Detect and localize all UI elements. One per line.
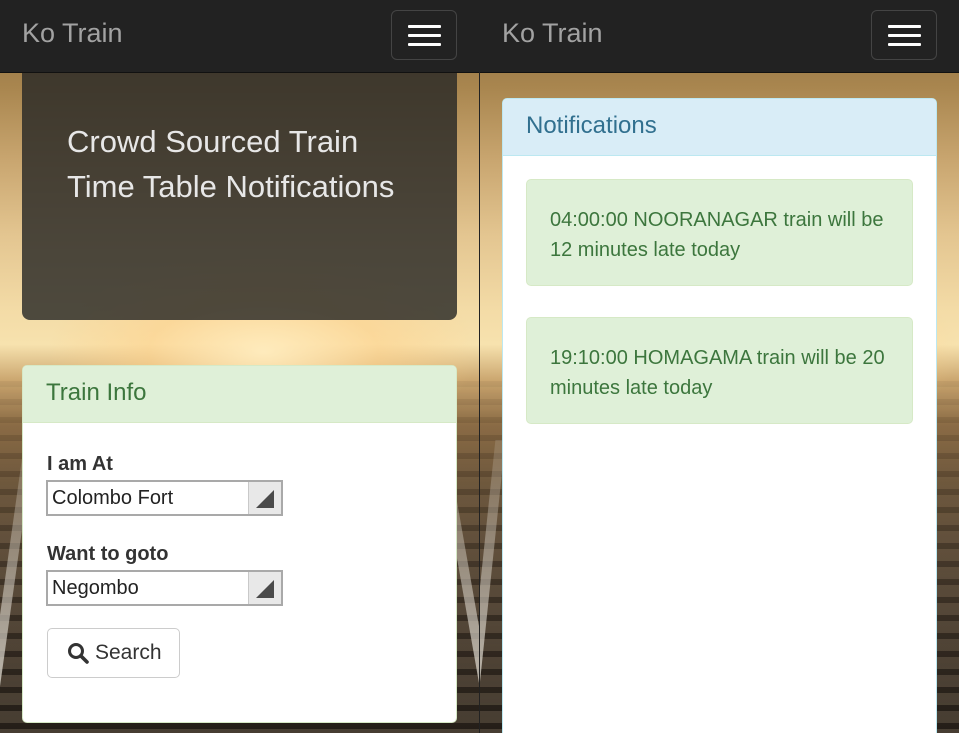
navbar: Ko Train [0,0,479,73]
hamburger-menu-icon [888,25,921,28]
train-info-panel: Train Info I am At Colombo Fort Want to … [22,365,457,723]
hamburger-menu-icon [408,25,441,28]
dropdown-arrow-triangle [256,490,274,508]
navbar: Ko Train [480,0,959,73]
menu-toggle-button[interactable] [391,10,457,60]
hamburger-menu-icon-bar [408,34,441,37]
brand-logo[interactable]: Ko Train [22,18,123,49]
panel-title: Notifications [503,99,936,156]
page-title: Crowd Sourced Train Time Table Notificat… [67,124,395,204]
dropdown-arrow-icon [248,482,281,514]
from-station-value: Colombo Fort [52,487,174,509]
home-screen: Ko Train Crowd Sourced Train Time Table … [0,0,479,733]
dropdown-arrow-triangle [256,580,274,598]
notification-item: 19:10:00 HOMAGAMA train will be 20 minut… [526,317,913,424]
notification-item: 04:00:00 NOORANAGAR train will be 12 min… [526,179,913,286]
panel-title: Train Info [23,366,456,423]
to-station-label: Want to goto [47,543,169,565]
notifications-screen: Ko Train Notifications 04:00:00 NOORANAG… [480,0,959,733]
search-button-label: Search [95,641,162,664]
from-station-label: I am At [47,453,113,475]
brand-logo[interactable]: Ko Train [502,18,603,49]
search-icon [68,643,89,664]
to-station-value: Negombo [52,577,139,599]
search-button[interactable]: Search [47,628,180,678]
dropdown-arrow-icon [248,572,281,604]
jumbotron: Crowd Sourced Train Time Table Notificat… [22,73,457,320]
hamburger-menu-icon-bar [888,34,921,37]
from-station-select[interactable]: Colombo Fort [46,480,283,516]
hamburger-menu-icon-bar [408,43,441,46]
notifications-panel: Notifications 04:00:00 NOORANAGAR train … [502,98,937,733]
to-station-select[interactable]: Negombo [46,570,283,606]
menu-toggle-button[interactable] [871,10,937,60]
hamburger-menu-icon-bar [888,43,921,46]
